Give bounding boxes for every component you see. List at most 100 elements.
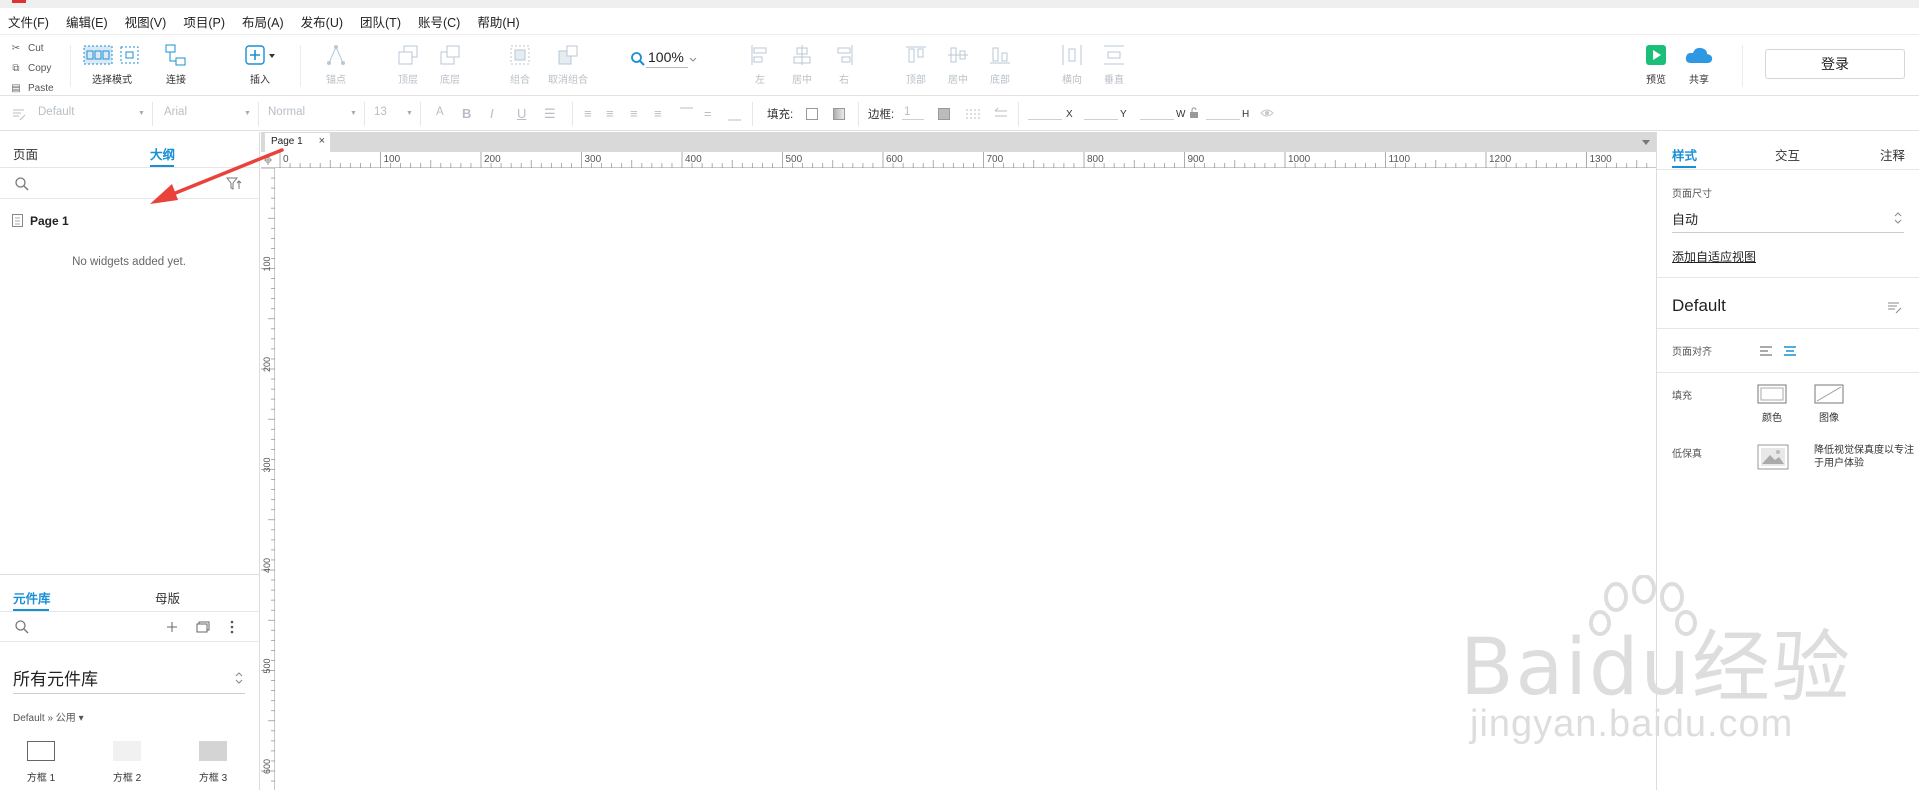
style-select[interactable]: Default	[38, 106, 74, 118]
search-icon[interactable]	[14, 619, 30, 635]
arrow-style-icon[interactable]	[994, 107, 1008, 119]
align-left-button[interactable]: 左	[744, 41, 776, 86]
low-fidelity-image-icon[interactable]	[1757, 444, 1789, 470]
italic-icon[interactable]: I	[490, 106, 494, 121]
share-button[interactable]: 共享	[1682, 41, 1716, 86]
insert-button[interactable]: 插入	[240, 41, 280, 86]
fill-color-icon[interactable]	[806, 108, 818, 120]
widget-box-1[interactable]: 方框 1	[11, 741, 71, 784]
align-left-icon[interactable]	[1759, 345, 1773, 357]
align-center-icon[interactable]	[1783, 345, 1797, 357]
tab-library[interactable]: 元件库	[13, 588, 51, 607]
preview-button[interactable]: 预览	[1640, 41, 1672, 86]
text-valign-top-icon[interactable]: ⎺	[680, 106, 693, 122]
box-2-thumbnail	[113, 741, 141, 761]
border-color-icon[interactable]	[938, 108, 950, 120]
widget-box-2[interactable]: 方框 2	[97, 741, 157, 784]
library-select[interactable]: 所有元件库	[13, 665, 245, 694]
menu-layout[interactable]: 布局(A)	[242, 12, 284, 31]
y-input[interactable]	[1084, 119, 1118, 120]
menu-help[interactable]: 帮助(H)	[477, 12, 519, 31]
text-align-center-icon[interactable]: ≡	[606, 106, 614, 121]
w-input[interactable]	[1140, 119, 1174, 120]
distribute-vertical-button[interactable]: 垂直	[1098, 41, 1130, 86]
page-tab[interactable]: Page 1 ×	[265, 133, 330, 152]
tab-outline[interactable]: 大纲	[150, 144, 175, 163]
x-input[interactable]	[1028, 119, 1062, 120]
connect-button[interactable]: 连接	[160, 41, 192, 86]
filter-icon[interactable]	[226, 177, 242, 191]
menu-account[interactable]: 账号(C)	[418, 12, 460, 31]
eye-icon[interactable]	[1260, 108, 1274, 118]
add-icon[interactable]	[166, 621, 178, 633]
font-color-icon[interactable]: A	[436, 106, 444, 118]
menu-publish[interactable]: 发布(U)	[301, 12, 343, 31]
send-to-back-button[interactable]: 底层	[432, 41, 468, 86]
login-button[interactable]: 登录	[1765, 49, 1905, 79]
tab-masters[interactable]: 母版	[155, 588, 180, 607]
outline-page-item[interactable]: Page 1	[12, 214, 69, 228]
text-align-left-icon[interactable]: ≡	[584, 106, 592, 121]
h-label: H	[1242, 109, 1250, 120]
menu-team[interactable]: 团队(T)	[360, 12, 401, 31]
menu-project[interactable]: 项目(P)	[183, 12, 225, 31]
h-input[interactable]	[1206, 119, 1240, 120]
chevron-down-icon: ▼	[244, 110, 251, 117]
design-canvas[interactable]	[276, 169, 1656, 790]
vertical-ruler-ticks: 100 200 300 400 500 600	[261, 167, 275, 782]
group-button[interactable]: 组合	[502, 41, 538, 86]
border-style-icon[interactable]	[966, 108, 980, 120]
text-justify-icon[interactable]: ≡	[654, 106, 662, 121]
font-size-select[interactable]: 13	[374, 106, 387, 118]
chevron-down-icon: ▼	[406, 110, 413, 117]
ruler-label: 1000	[1288, 154, 1311, 165]
paste-button[interactable]: ▤ Paste	[10, 78, 53, 98]
toolbar-divider	[1742, 45, 1743, 87]
menu-file[interactable]: 文件(F)	[8, 12, 49, 31]
bullet-list-icon[interactable]: ☰	[544, 106, 556, 122]
w-label: W	[1176, 109, 1186, 120]
font-weight-select[interactable]: Normal	[268, 106, 305, 118]
tab-pages[interactable]: 页面	[13, 144, 38, 163]
underline-icon[interactable]: U	[517, 106, 526, 121]
style-edit-icon[interactable]	[1887, 300, 1903, 314]
library-stack-icon[interactable]	[196, 621, 210, 633]
text-align-right-icon[interactable]: ≡	[630, 106, 638, 121]
page-size-select[interactable]: 自动	[1672, 209, 1904, 233]
point-button[interactable]: 锚点	[318, 41, 354, 86]
align-bottom-button[interactable]: 底部	[984, 41, 1016, 86]
fill-image-swatch[interactable]	[1814, 384, 1844, 404]
cut-button[interactable]: ✂ Cut	[10, 38, 54, 58]
add-adaptive-view-link[interactable]: 添加自适应视图	[1672, 248, 1756, 265]
align-center-button[interactable]: 居中	[786, 41, 818, 86]
tab-interactions[interactable]: 交互	[1775, 145, 1800, 164]
align-right-button[interactable]: 右	[828, 41, 860, 86]
tab-notes[interactable]: 注释	[1880, 145, 1905, 164]
font-family-select[interactable]: Arial	[164, 106, 187, 118]
border-width-input[interactable]: 1	[904, 106, 910, 118]
ungroup-button[interactable]: 取消组合	[546, 41, 590, 86]
close-icon[interactable]: ×	[319, 135, 325, 147]
text-valign-bottom-icon[interactable]: ⎽	[728, 106, 741, 122]
bring-to-front-button[interactable]: 顶层	[390, 41, 426, 86]
search-icon[interactable]	[14, 176, 30, 192]
align-top-button[interactable]: 顶部	[900, 41, 932, 86]
text-valign-middle-icon[interactable]: =	[704, 106, 712, 121]
copy-button[interactable]: ⧉ Copy	[10, 58, 54, 78]
zoom-control[interactable]: 100%	[630, 49, 698, 68]
distribute-horizontal-button[interactable]: 横向	[1056, 41, 1088, 86]
tab-style[interactable]: 样式	[1672, 145, 1697, 164]
more-vertical-icon[interactable]	[230, 620, 234, 634]
library-breadcrumb[interactable]: Default » 公用 ▾	[13, 709, 84, 724]
border-width-underline	[902, 119, 924, 120]
widget-box-3[interactable]: 方框 3	[183, 741, 243, 784]
chevron-down-icon[interactable]	[1641, 139, 1651, 147]
menu-view[interactable]: 视图(V)	[125, 12, 167, 31]
fill-gradient-icon[interactable]	[833, 108, 845, 120]
lock-icon[interactable]	[1189, 107, 1199, 119]
bold-icon[interactable]: B	[462, 106, 471, 121]
menu-edit[interactable]: 编辑(E)	[66, 12, 108, 31]
align-middle-button[interactable]: 居中	[942, 41, 974, 86]
select-mode-button[interactable]: 选择模式	[82, 41, 142, 86]
fill-color-swatch[interactable]	[1757, 384, 1787, 404]
